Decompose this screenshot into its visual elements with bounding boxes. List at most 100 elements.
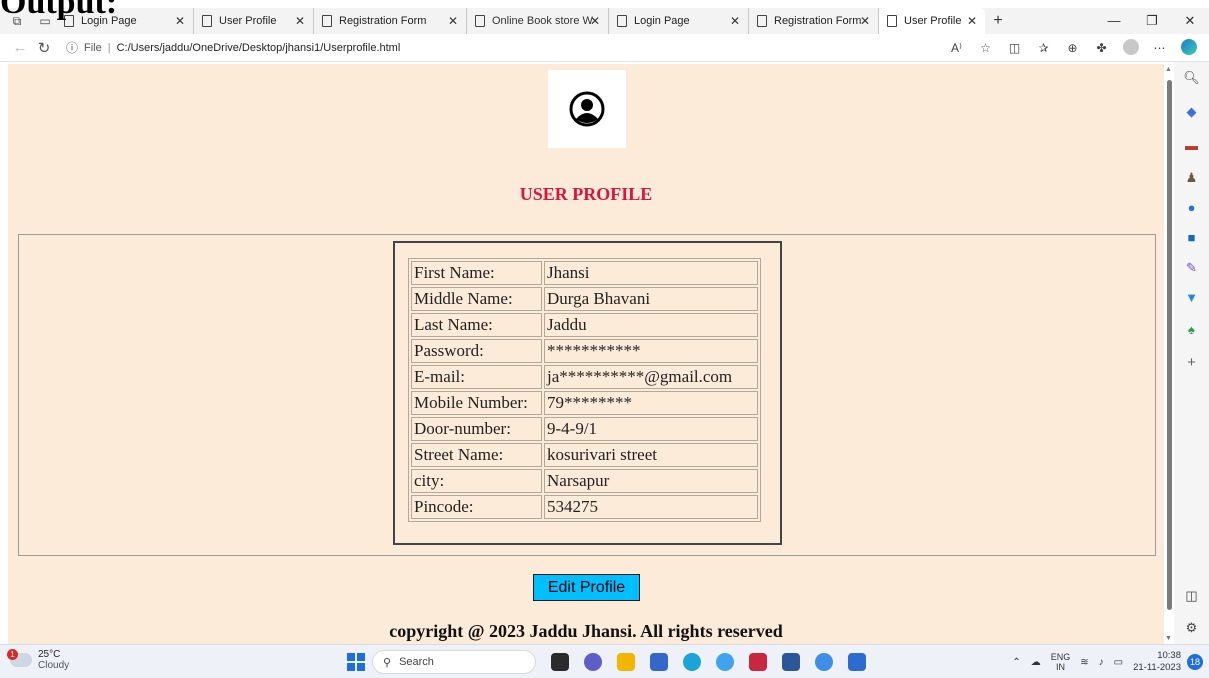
extensions-icon[interactable]: ✤ bbox=[1087, 41, 1116, 55]
profile-field-value: kosurivari street bbox=[544, 443, 758, 467]
wifi-icon[interactable]: ≋ bbox=[1080, 657, 1088, 668]
url-separator: | bbox=[107, 41, 111, 54]
edge-dev-icon[interactable] bbox=[815, 653, 833, 671]
address-bar: ← ↻ ⓘ File | C:/Users/jaddu/OneDrive/Des… bbox=[0, 34, 1209, 62]
weather-temp: 25°C bbox=[38, 649, 61, 660]
edge-sidebar: 🔍︎ ◆ ▬ ♟ ● ■ ✎ ▼ ♠ + ◫ ⚙ bbox=[1174, 62, 1209, 644]
tab-label: User Profile bbox=[904, 15, 962, 27]
window-controls: — ❐ ✕ bbox=[1095, 8, 1209, 34]
scrollbar-thumb[interactable] bbox=[1167, 80, 1172, 610]
url-field[interactable]: ⓘ File | C:/Users/jaddu/OneDrive/Desktop… bbox=[66, 39, 856, 56]
profile-avatar-icon[interactable] bbox=[1116, 38, 1145, 58]
drop-icon[interactable]: ▼ bbox=[1174, 290, 1209, 305]
store-icon[interactable] bbox=[782, 653, 800, 671]
outlook-icon[interactable]: ■ bbox=[1174, 230, 1209, 245]
clock-time: 10:38 bbox=[1157, 650, 1181, 661]
tab-login-page[interactable]: Login Page ✕ bbox=[609, 8, 749, 34]
profile-field-label: Password: bbox=[411, 339, 542, 363]
weather-condition: Cloudy bbox=[38, 660, 70, 671]
tree-icon[interactable]: ♠ bbox=[1174, 322, 1209, 337]
minimize-icon[interactable]: — bbox=[1095, 8, 1133, 34]
tab-registration-form[interactable]: Registration Form ✕ bbox=[314, 8, 467, 34]
profile-field-value: Durga Bhavani bbox=[544, 287, 758, 311]
tab-label: User Profile bbox=[219, 15, 277, 27]
info-icon[interactable]: ⓘ bbox=[66, 39, 78, 56]
notification-badge[interactable]: 18 bbox=[1187, 654, 1203, 670]
tab-strip: ⧉ ▭ Login Page ✕ User Profile ✕ Registra… bbox=[0, 8, 1209, 34]
back-icon[interactable]: ← bbox=[8, 39, 32, 56]
search-icon[interactable]: 🔍︎ bbox=[1174, 70, 1209, 86]
close-icon[interactable]: ✕ bbox=[860, 14, 870, 28]
word-icon[interactable] bbox=[848, 653, 866, 671]
close-icon[interactable]: ✕ bbox=[967, 14, 977, 28]
page-icon bbox=[617, 15, 627, 27]
add-sidebar-app-icon[interactable]: + bbox=[1174, 354, 1209, 371]
profile-row: Door-number: 9-4-9/1 bbox=[411, 417, 758, 441]
tab-label: Login Page bbox=[634, 15, 690, 27]
split-screen-icon[interactable]: ◫ bbox=[1000, 41, 1029, 55]
page-icon bbox=[757, 15, 767, 27]
clock[interactable]: 10:38 21-11-2023 bbox=[1133, 650, 1181, 674]
close-icon[interactable]: ✕ bbox=[590, 14, 600, 28]
tab-user-profile[interactable]: User Profile ✕ bbox=[194, 8, 314, 34]
close-icon[interactable]: ✕ bbox=[295, 14, 305, 28]
weather-widget[interactable]: 1 25°C Cloudy bbox=[7, 649, 70, 671]
page-content: USER PROFILE First Name: Jhansi Middle Nam… bbox=[8, 64, 1164, 644]
sidebar-settings-icon[interactable]: ⚙ bbox=[1174, 620, 1209, 636]
favorites-icon[interactable]: ✰ bbox=[1029, 41, 1058, 55]
onedrive-cloud-icon[interactable]: ☁ bbox=[1031, 657, 1041, 668]
profile-field-value: Narsapur bbox=[544, 469, 758, 493]
scroll-up-icon[interactable]: ▲ bbox=[1165, 66, 1172, 73]
tools-briefcase-icon[interactable]: ▬ bbox=[1174, 138, 1209, 153]
file-explorer-icon[interactable] bbox=[617, 653, 635, 671]
edge-copilot-icon[interactable] bbox=[1174, 38, 1203, 58]
url-text: C:/Users/jaddu/OneDrive/Desktop/jhansi1/… bbox=[116, 41, 401, 54]
profile-field-value: 534275 bbox=[544, 495, 758, 519]
refresh-icon[interactable]: ↻ bbox=[32, 39, 56, 57]
shopping-tag-icon[interactable]: ◆ bbox=[1174, 104, 1209, 120]
edit-profile-button[interactable]: Edit Profile bbox=[533, 574, 640, 601]
chrome-like-icon[interactable] bbox=[716, 653, 734, 671]
volume-icon[interactable]: ♪ bbox=[1099, 657, 1104, 668]
designer-icon[interactable]: ✎ bbox=[1174, 260, 1209, 276]
taskbar-search[interactable]: ⚲ Search bbox=[372, 650, 536, 674]
page-scrollbar[interactable]: ▲ ▼ bbox=[1164, 64, 1174, 644]
profile-table: First Name: Jhansi Middle Name: Durga Bhava… bbox=[408, 258, 761, 522]
profile-field-label: city: bbox=[411, 469, 542, 493]
profile-field-value: Jhansi bbox=[544, 261, 758, 285]
profile-row: Mobile Number: 79******** bbox=[411, 391, 758, 415]
tab-online-book-store[interactable]: Online Book store W ✕ bbox=[467, 8, 609, 34]
edge-browser-icon[interactable] bbox=[683, 653, 701, 671]
teams-chat-icon[interactable] bbox=[584, 653, 602, 671]
tab-label: Registration Form bbox=[774, 15, 862, 27]
lang-bottom: IN bbox=[1056, 662, 1065, 672]
tab-registration-form[interactable]: Registration Form ✕ bbox=[749, 8, 879, 34]
language-indicator[interactable]: ENG IN bbox=[1051, 652, 1071, 672]
profile-field-value: ja**********@gmail.com bbox=[544, 365, 758, 389]
profile-field-label: Mobile Number: bbox=[411, 391, 542, 415]
collections-icon[interactable]: ⊕ bbox=[1058, 41, 1087, 55]
tab-user-profile-active[interactable]: User Profile ✕ bbox=[879, 8, 985, 34]
battery-icon[interactable]: ▭ bbox=[1114, 657, 1123, 668]
favorite-star-icon[interactable]: ☆ bbox=[971, 41, 1000, 55]
read-aloud-icon[interactable]: A⁾ bbox=[942, 41, 971, 55]
games-icon[interactable]: ♟ bbox=[1174, 170, 1209, 186]
restore-icon[interactable]: ❐ bbox=[1133, 8, 1171, 34]
hide-sidebar-icon[interactable]: ◫ bbox=[1174, 588, 1209, 604]
scroll-down-icon[interactable]: ▼ bbox=[1165, 635, 1172, 642]
close-icon[interactable]: ✕ bbox=[175, 14, 185, 28]
profile-field-label: E-mail: bbox=[411, 365, 542, 389]
close-icon[interactable]: ✕ bbox=[730, 14, 740, 28]
windows-start-icon[interactable] bbox=[347, 653, 365, 671]
task-view-icon[interactable] bbox=[551, 653, 569, 671]
close-window-icon[interactable]: ✕ bbox=[1171, 8, 1209, 34]
new-tab-icon[interactable]: + bbox=[985, 12, 1011, 30]
close-icon[interactable]: ✕ bbox=[448, 14, 458, 28]
mcafee-icon[interactable] bbox=[749, 653, 767, 671]
tab-label: Online Book store W bbox=[492, 15, 593, 27]
calculator-app-icon[interactable] bbox=[650, 653, 668, 671]
microsoft365-icon[interactable]: ● bbox=[1174, 200, 1209, 215]
more-icon[interactable]: ⋯ bbox=[1145, 41, 1174, 55]
chevron-up-icon[interactable]: ⌃ bbox=[1012, 657, 1020, 668]
clock-date: 21-11-2023 bbox=[1133, 662, 1181, 673]
